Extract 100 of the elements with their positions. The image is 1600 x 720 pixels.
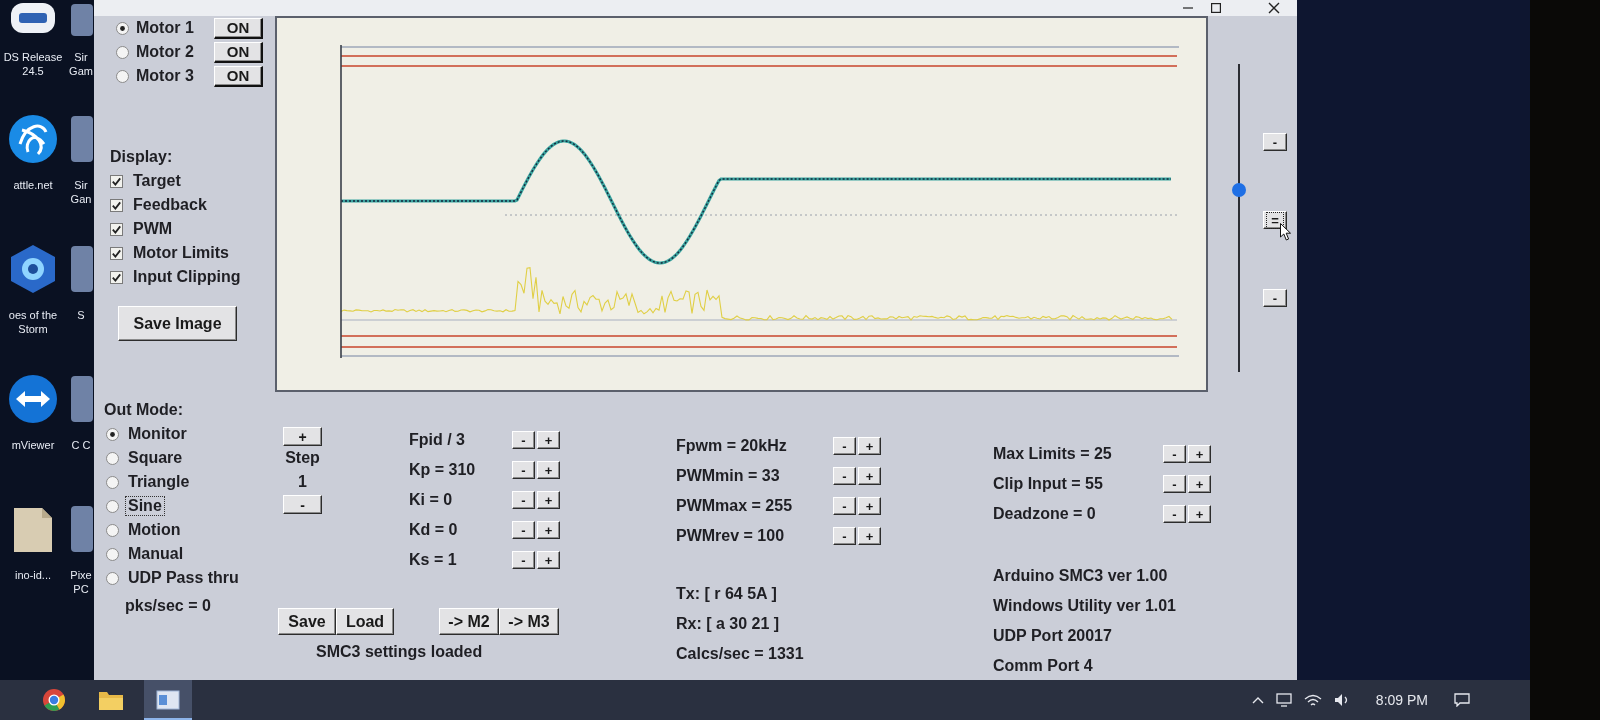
radio-label[interactable]: Motor 3 — [136, 66, 214, 86]
app-icon[interactable] — [69, 244, 93, 294]
chevron-up-icon[interactable] — [1251, 696, 1264, 704]
decrease-button[interactable]: - — [283, 495, 322, 514]
increase-button[interactable]: + — [537, 431, 560, 449]
checkbox[interactable] — [110, 222, 123, 236]
checkbox[interactable] — [110, 270, 123, 284]
toggle-button[interactable]: ON — [214, 41, 263, 63]
copy-button[interactable]: -> M3 — [499, 608, 559, 635]
radio-button[interactable] — [106, 571, 119, 585]
checkbox-label[interactable]: PWM — [133, 219, 173, 239]
toggle-button[interactable]: ON — [214, 17, 263, 39]
notification-icon[interactable] — [1454, 693, 1470, 707]
decrease-button[interactable]: - — [512, 461, 535, 479]
radio-button[interactable] — [106, 547, 119, 561]
wifi-icon[interactable] — [1303, 693, 1322, 707]
file-button[interactable]: Save — [278, 608, 336, 635]
toggle-button[interactable]: ON — [214, 65, 263, 87]
decrease-button[interactable]: - — [1163, 445, 1186, 463]
icon-label[interactable]: DS Release 24.5 — [0, 50, 66, 78]
radio-label[interactable]: UDP Pass thru — [126, 568, 241, 588]
folder-icon[interactable] — [98, 689, 124, 711]
radio-button[interactable] — [106, 451, 119, 465]
radio-label[interactable]: Manual — [126, 544, 186, 564]
increase-button[interactable]: + — [858, 437, 881, 455]
radio-button[interactable] — [116, 45, 129, 59]
decrease-button[interactable]: - — [833, 527, 856, 545]
window-icon[interactable] — [156, 690, 180, 710]
decrease-button[interactable]: - — [512, 491, 535, 509]
icon-label[interactable]: Sir Gam — [69, 50, 93, 78]
increase-button[interactable]: + — [1188, 475, 1211, 493]
decrease-button[interactable]: - — [833, 467, 856, 485]
checkbox-label[interactable]: Target — [133, 171, 181, 191]
decrease-button[interactable]: - — [512, 521, 535, 539]
increase-button[interactable]: + — [1188, 445, 1211, 463]
app-icon[interactable] — [69, 374, 93, 424]
radio-button[interactable] — [116, 69, 129, 83]
speaker-icon[interactable] — [1333, 693, 1350, 707]
slider-thumb[interactable] — [1232, 183, 1246, 198]
radio-label[interactable]: Motor 1 — [136, 18, 214, 38]
increase-button[interactable]: + — [283, 427, 322, 446]
step-value: 1 — [298, 472, 307, 492]
taskbar-button[interactable] — [144, 680, 192, 720]
increase-button[interactable]: + — [858, 497, 881, 515]
increase-button[interactable]: + — [537, 461, 560, 479]
app-icon[interactable] — [69, 114, 93, 164]
clock-text[interactable]: 8:09 PM — [1375, 689, 1428, 711]
parameter-label: Clip Input = 55 — [993, 474, 1104, 494]
icon-label[interactable]: Pixe PC — [69, 568, 93, 596]
hexagon-icon[interactable] — [8, 244, 58, 294]
file-button[interactable]: Load — [336, 608, 394, 635]
copy-button[interactable]: -> M2 — [439, 608, 499, 635]
checkbox[interactable] — [110, 198, 123, 212]
close-icon[interactable] — [1268, 2, 1280, 14]
icon-label[interactable]: oes of the Storm — [0, 308, 66, 336]
icon-label[interactable]: ino-id... — [14, 568, 52, 582]
icon-label[interactable]: attle.net — [13, 178, 53, 192]
increase-button[interactable]: + — [858, 527, 881, 545]
radio-button[interactable] — [116, 21, 129, 35]
app-icon[interactable] — [69, 2, 93, 38]
radio-button[interactable] — [106, 427, 119, 441]
info-text: Windows Utility ver 1.01 — [993, 596, 1176, 616]
radio-button[interactable] — [106, 523, 119, 537]
checkbox-label[interactable]: Input Clipping — [133, 267, 241, 287]
decrease-button[interactable]: - — [512, 431, 535, 449]
radio-button[interactable] — [106, 499, 119, 513]
radio-label[interactable]: Square — [126, 448, 185, 468]
app-icon[interactable] — [69, 504, 93, 554]
increase-button[interactable]: + — [1188, 505, 1211, 523]
checkbox-label[interactable]: Motor Limits — [133, 243, 229, 263]
zoom-button[interactable]: = — [1263, 211, 1287, 229]
save-image-button[interactable]: Save Image — [118, 306, 237, 341]
icon-label[interactable]: Sir Gan — [69, 178, 93, 206]
increase-button[interactable]: + — [537, 521, 560, 539]
decrease-button[interactable]: - — [512, 551, 535, 569]
radio-label[interactable]: Triangle — [126, 472, 192, 492]
increase-button[interactable]: + — [858, 467, 881, 485]
radio-label[interactable]: Monitor — [126, 424, 189, 444]
decrease-button[interactable]: - — [1163, 505, 1186, 523]
increase-button[interactable]: + — [537, 551, 560, 569]
swirl-icon[interactable] — [8, 114, 58, 164]
radio-button[interactable] — [106, 475, 119, 489]
ring-icon[interactable] — [42, 688, 66, 712]
icon-label[interactable]: S — [77, 308, 85, 322]
radio-label[interactable]: Sine — [126, 496, 164, 516]
zoom-button[interactable]: - — [1263, 289, 1287, 307]
maximize-icon[interactable] — [1211, 3, 1221, 13]
increase-button[interactable]: + — [537, 491, 560, 509]
icon-label[interactable]: C C — [71, 438, 91, 452]
checkbox[interactable] — [110, 246, 123, 260]
decrease-button[interactable]: - — [833, 437, 856, 455]
monitor-icon[interactable] — [1275, 693, 1292, 707]
icon-label[interactable]: mViewer — [11, 438, 55, 452]
checkbox[interactable] — [110, 174, 123, 188]
zoom-button[interactable]: - — [1263, 133, 1287, 151]
checkbox-label[interactable]: Feedback — [133, 195, 207, 215]
radio-label[interactable]: Motor 2 — [136, 42, 214, 62]
radio-label[interactable]: Motion — [126, 520, 183, 540]
decrease-button[interactable]: - — [1163, 475, 1186, 493]
decrease-button[interactable]: - — [833, 497, 856, 515]
